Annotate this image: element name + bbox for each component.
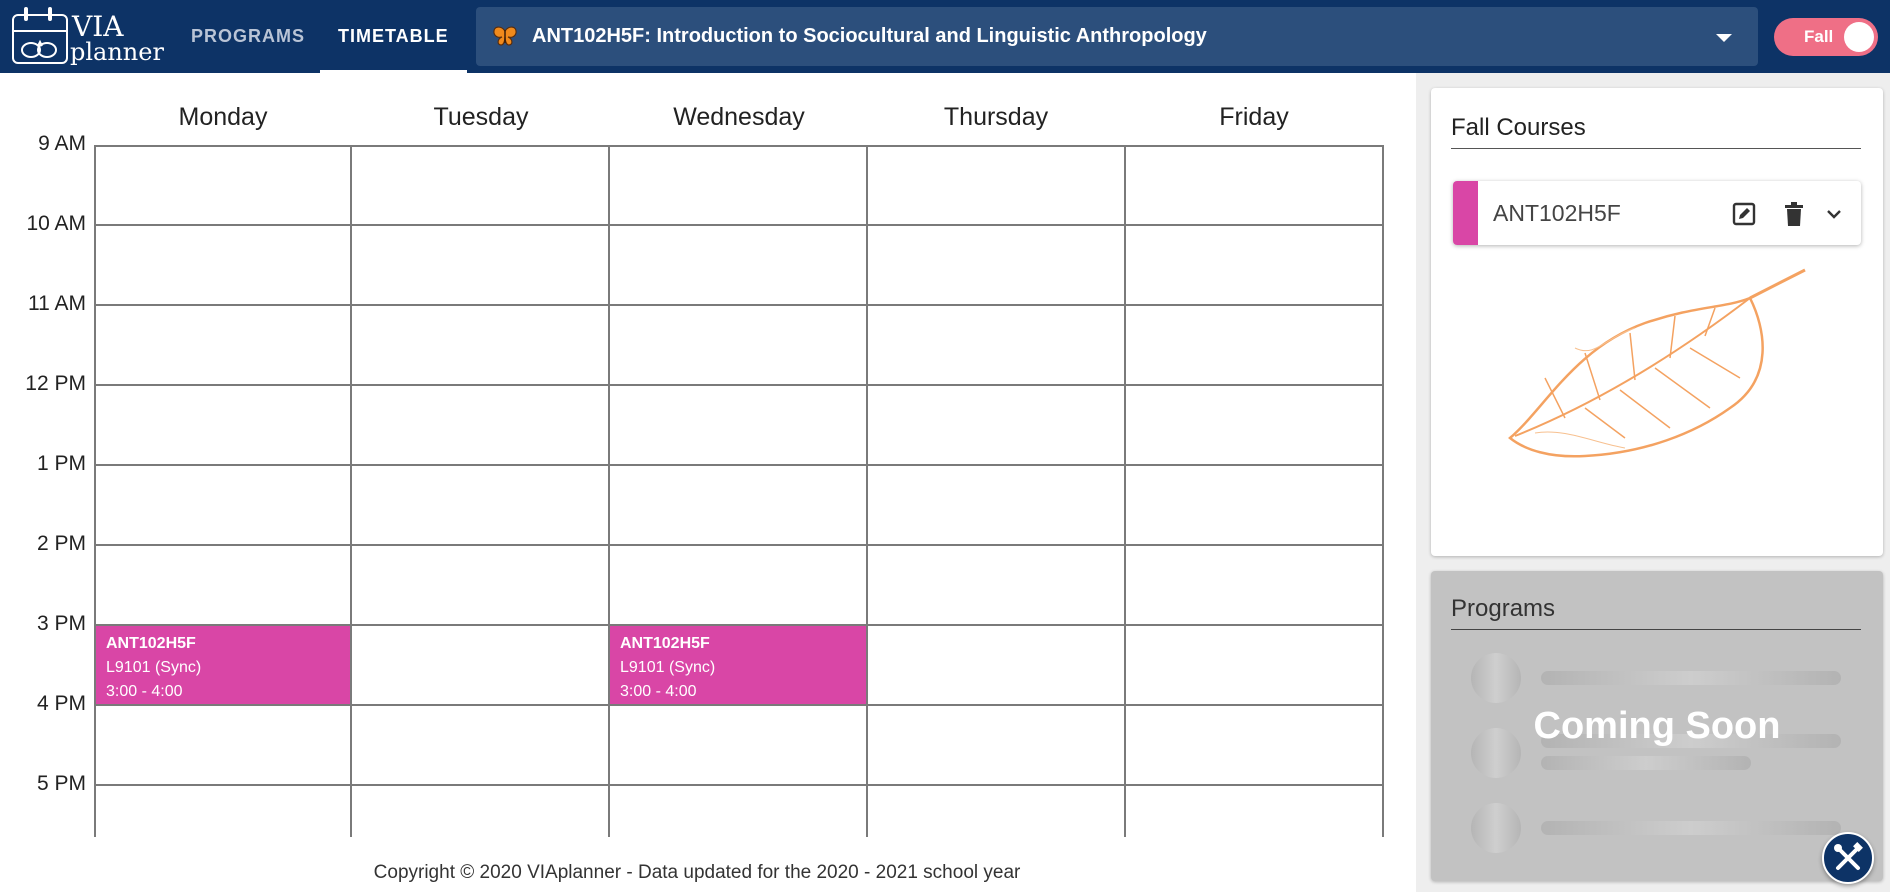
course-list-item[interactable]: ANT102H5F: [1453, 181, 1861, 245]
skeleton-avatar: [1471, 653, 1521, 703]
tab-programs[interactable]: PROGRAMS: [191, 0, 305, 73]
hour-label: 4 PM: [36, 692, 86, 715]
toggle-knob[interactable]: [1844, 22, 1874, 52]
leaf-illustration-icon: [1508, 268, 1806, 458]
footer-copyright: Copyright © 2020 VIAplanner - Data updat…: [373, 862, 1021, 883]
calendar-logo-icon: [12, 7, 68, 64]
event-section: L9101 (Sync): [106, 659, 202, 676]
edit-icon[interactable]: [1731, 201, 1757, 227]
selected-course-text: ANT102H5F: Introduction to Sociocultural…: [532, 25, 1207, 47]
skeleton-line: [1541, 821, 1841, 835]
event-time: 3:00 - 4:00: [620, 683, 697, 700]
delete-icon[interactable]: [1781, 201, 1807, 227]
coming-soon-overlay: Coming Soon: [1533, 705, 1781, 747]
course-select-dropdown[interactable]: ANT102H5F: Introduction to Sociocultural…: [476, 7, 1758, 66]
event-section: L9101 (Sync): [620, 659, 716, 676]
skeleton-line: [1541, 756, 1751, 770]
day-header-friday: Friday: [1219, 103, 1289, 131]
hour-label: 12 PM: [25, 372, 86, 395]
butterfly-icon: [493, 26, 517, 46]
event-time: 3:00 - 4:00: [106, 683, 183, 700]
term-toggle-switch[interactable]: Fall: [1774, 18, 1878, 56]
timetable-grid: ANT102H5F L9101 (Sync) 3:00 - 4:00 ANT10…: [94, 145, 1384, 837]
course-color-swatch[interactable]: [1453, 181, 1478, 245]
day-header-tuesday: Tuesday: [433, 103, 529, 131]
hour-label: 9 AM: [38, 132, 86, 155]
event-course-code: ANT102H5F: [106, 635, 196, 652]
hour-label: 2 PM: [36, 532, 86, 555]
hour-label: 3 PM: [36, 612, 86, 635]
day-header-monday: Monday: [178, 103, 268, 131]
tools-fab-button[interactable]: [1822, 832, 1874, 884]
fall-courses-title: Fall Courses: [1451, 114, 1586, 141]
course-event-block[interactable]: ANT102H5F L9101 (Sync) 3:00 - 4:00: [96, 626, 350, 704]
divider: [1451, 629, 1861, 630]
programs-title: Programs: [1451, 595, 1556, 622]
course-event-block[interactable]: ANT102H5F L9101 (Sync) 3:00 - 4:00: [610, 626, 866, 704]
chevron-down-icon[interactable]: [1821, 201, 1847, 227]
programs-card: Programs Coming Soon: [1431, 571, 1883, 881]
day-header-thursday: Thursday: [943, 103, 1049, 131]
hour-label: 10 AM: [26, 212, 86, 235]
tools-icon: [1834, 842, 1863, 870]
hour-label: 1 PM: [36, 452, 86, 475]
logo-text-planner: planner: [70, 38, 164, 66]
course-code-label: ANT102H5F: [1493, 200, 1621, 226]
divider: [1451, 148, 1861, 149]
event-course-code: ANT102H5F: [620, 635, 710, 652]
hour-label: 11 AM: [28, 292, 86, 315]
day-header-wednesday: Wednesday: [673, 103, 805, 131]
skeleton-avatar: [1471, 803, 1521, 853]
dropdown-arrow-icon[interactable]: [1716, 34, 1732, 42]
top-navbar: VIA planner PROGRAMS TIMETABLE ANT102H5F…: [0, 0, 1890, 73]
tab-timetable[interactable]: TIMETABLE: [320, 0, 467, 73]
skeleton-line: [1541, 671, 1841, 685]
app-logo[interactable]: VIA planner: [12, 7, 164, 66]
term-toggle-label: Fall: [1804, 27, 1834, 46]
hour-label: 5 PM: [36, 772, 86, 795]
